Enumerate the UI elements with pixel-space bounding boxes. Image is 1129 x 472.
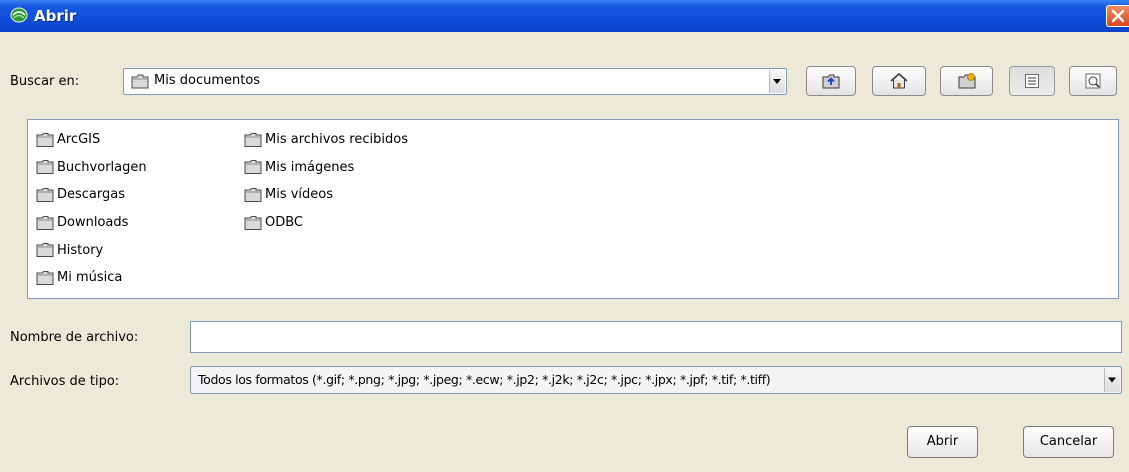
- up-folder-icon: [822, 74, 840, 89]
- close-icon: [1111, 9, 1125, 23]
- list-item[interactable]: Descargas: [36, 181, 147, 209]
- folder-icon: [244, 215, 262, 230]
- open-dialog: Abrir Buscar en: Mis documentos ArcGIS B…: [0, 0, 1129, 472]
- details-view-icon: [1085, 73, 1101, 89]
- folder-icon: [244, 187, 262, 202]
- list-view-icon: [1025, 74, 1039, 88]
- list-view-button[interactable]: [1009, 66, 1055, 96]
- folder-icon: [36, 215, 54, 230]
- list-item[interactable]: Mis imágenes: [244, 154, 408, 182]
- folder-icon: [36, 270, 54, 285]
- look-in-value: Mis documentos: [154, 73, 261, 88]
- file-name: Mi música: [57, 270, 123, 286]
- file-column-1: ArcGIS Buchvorlagen Descargas Downloads …: [36, 126, 147, 292]
- new-folder-button[interactable]: [940, 66, 993, 96]
- file-column-2: Mis archivos recibidos Mis imágenes Mis …: [244, 126, 408, 236]
- filename-label: Nombre de archivo:: [10, 330, 139, 345]
- title-bar[interactable]: Abrir: [0, 0, 1129, 32]
- file-name: ODBC: [265, 215, 304, 231]
- open-button[interactable]: Abrir: [907, 426, 978, 458]
- folder-icon: [36, 187, 54, 202]
- folder-icon: [131, 74, 149, 93]
- file-name: ArcGIS: [57, 132, 101, 148]
- folder-icon: [36, 160, 54, 175]
- list-item[interactable]: Mi música: [36, 264, 147, 292]
- filetype-dropdown-arrow[interactable]: [1104, 368, 1120, 392]
- dialog-body: Buscar en: Mis documentos ArcGIS Buchvor…: [0, 32, 1129, 472]
- home-icon: [890, 72, 908, 89]
- app-logo-icon: [10, 7, 28, 23]
- list-item[interactable]: ODBC: [244, 209, 408, 237]
- list-item[interactable]: ArcGIS: [36, 126, 147, 154]
- close-button[interactable]: [1106, 5, 1129, 27]
- folder-icon: [36, 132, 54, 147]
- home-button[interactable]: [872, 66, 926, 96]
- filetype-combobox[interactable]: Todos los formatos (*.gif; *.png; *.jpg;…: [190, 366, 1122, 394]
- folder-icon: [244, 160, 262, 175]
- new-folder-icon: [958, 73, 975, 89]
- filetype-value: Todos los formatos (*.gif; *.png; *.jpg;…: [198, 372, 771, 387]
- filetype-label: Archivos de tipo:: [10, 374, 120, 389]
- look-in-dropdown-arrow[interactable]: [769, 70, 785, 93]
- file-name: Mis imágenes: [265, 159, 355, 175]
- list-item[interactable]: Downloads: [36, 209, 147, 237]
- file-name: Mis vídeos: [265, 187, 334, 203]
- file-name: Mis archivos recibidos: [265, 132, 408, 148]
- chevron-down-icon: [773, 79, 781, 84]
- list-item[interactable]: Buchvorlagen: [36, 154, 147, 182]
- folder-icon: [36, 243, 54, 258]
- up-folder-button[interactable]: [806, 66, 856, 96]
- list-item[interactable]: History: [36, 236, 147, 264]
- file-name: Descargas: [57, 187, 126, 203]
- file-name: Buchvorlagen: [57, 159, 147, 175]
- list-item[interactable]: Mis vídeos: [244, 181, 408, 209]
- details-view-button[interactable]: [1069, 66, 1117, 96]
- look-in-label: Buscar en:: [10, 74, 80, 89]
- chevron-down-icon: [1108, 377, 1116, 383]
- file-list[interactable]: ArcGIS Buchvorlagen Descargas Downloads …: [27, 119, 1119, 299]
- file-name: Downloads: [57, 215, 129, 231]
- list-item[interactable]: Mis archivos recibidos: [244, 126, 408, 154]
- cancel-button[interactable]: Cancelar: [1023, 426, 1114, 458]
- window-title: Abrir: [34, 7, 77, 25]
- filename-input[interactable]: [190, 321, 1122, 353]
- folder-icon: [244, 132, 262, 147]
- look-in-combobox[interactable]: Mis documentos: [123, 68, 787, 95]
- file-name: History: [57, 242, 104, 258]
